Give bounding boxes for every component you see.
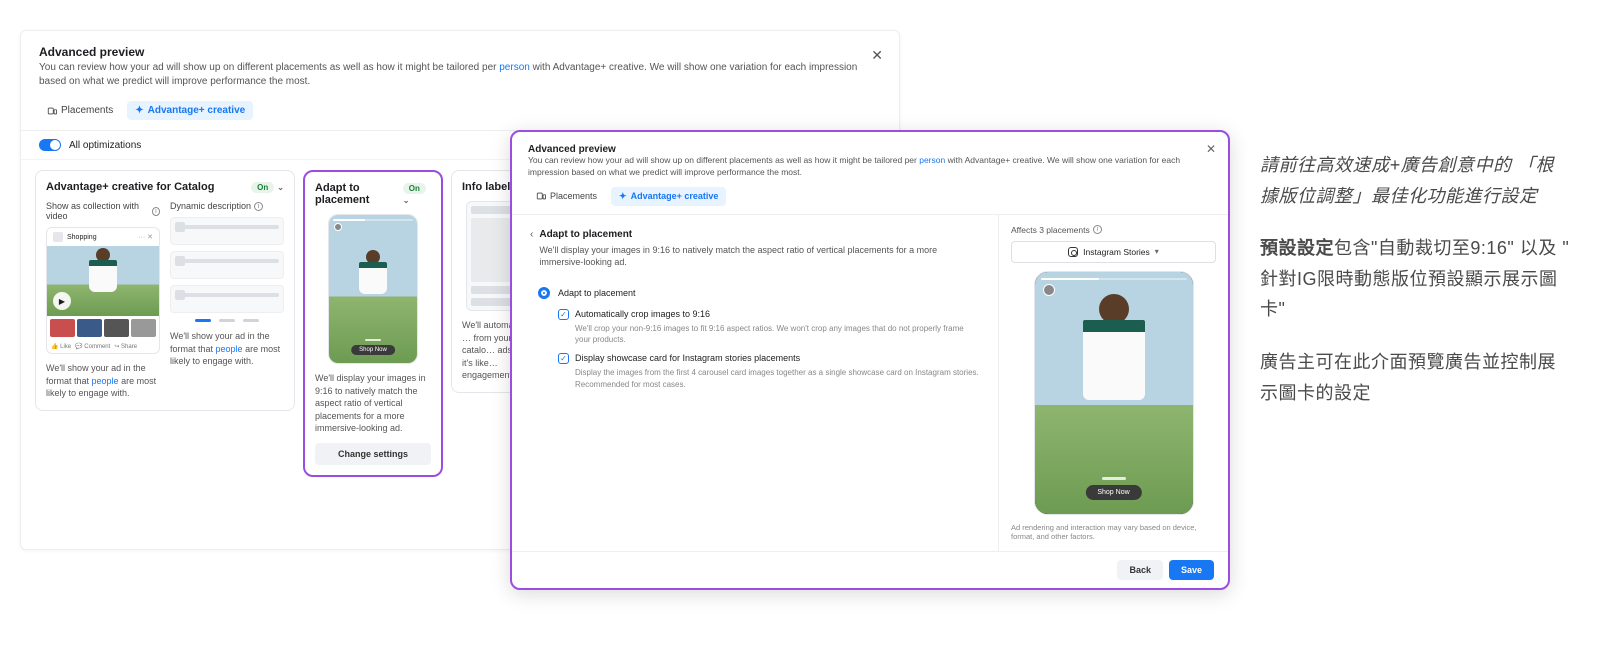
annotation-2: 預設設定包含"自動裁切至9:16" 以及 " 針對IG限時動態版位預設顯示展示圖… bbox=[1260, 233, 1570, 325]
instagram-icon bbox=[1068, 247, 1078, 257]
change-settings-button[interactable]: Change settings bbox=[315, 443, 431, 465]
all-opts-label: All optimizations bbox=[69, 140, 141, 151]
panel-description: You can review how your ad will show up … bbox=[39, 61, 881, 89]
sparkle-icon: ✦ bbox=[135, 105, 143, 116]
placement-selector[interactable]: Instagram Stories ▾ bbox=[1011, 241, 1216, 263]
back-chevron-icon[interactable]: ‹ bbox=[530, 229, 533, 240]
info-icon[interactable]: i bbox=[152, 207, 160, 216]
info-title: Info labels bbox=[462, 181, 516, 193]
adapt-settings-dialog: Advanced preview You can review how your… bbox=[510, 130, 1230, 590]
people-link[interactable]: people bbox=[92, 376, 119, 386]
chevron-down-icon[interactable]: ⌄ bbox=[403, 196, 410, 205]
check-label: Display showcase card for Instagram stor… bbox=[575, 353, 800, 363]
on-pill: On bbox=[403, 183, 426, 194]
person-link[interactable]: person bbox=[919, 155, 945, 165]
on-pill: On bbox=[251, 182, 274, 193]
section-title: Adapt to placement bbox=[539, 229, 980, 240]
disclaimer-text: Ad rendering and interaction may vary ba… bbox=[1011, 515, 1216, 541]
adapt-title: Adapt to placement bbox=[315, 182, 403, 206]
description-mock bbox=[170, 285, 284, 313]
checkbox-on-icon: ✓ bbox=[558, 353, 569, 364]
catalog-title: Advantage+ creative for Catalog bbox=[46, 181, 214, 193]
radio-on-icon bbox=[538, 287, 550, 299]
check-desc: We'll crop your non-9:16 images to fit 9… bbox=[575, 323, 980, 345]
chevron-down-icon[interactable]: ⌄ bbox=[277, 183, 284, 192]
person-link[interactable]: person bbox=[499, 62, 530, 73]
checkbox-on-icon: ✓ bbox=[558, 309, 569, 320]
annotation-block: 請前往高效速成+廣告創意中的 「根據版位調整」最佳化功能進行設定 預設設定包含"… bbox=[1260, 150, 1570, 430]
section-subtitle: We'll display your images in 9:16 to nat… bbox=[539, 244, 980, 269]
chevron-down-icon: ▾ bbox=[1155, 247, 1159, 256]
auto-crop-checkbox-row[interactable]: ✓ Automatically crop images to 9:16 We'll… bbox=[558, 309, 980, 345]
annotation-1: 請前往高效速成+廣告創意中的 「根據版位調整」最佳化功能進行設定 bbox=[1260, 150, 1570, 211]
dialog-title: Advanced preview bbox=[528, 144, 1212, 155]
dialog-footer: Back Save bbox=[512, 551, 1228, 588]
panel-title: Advanced preview bbox=[39, 45, 881, 59]
all-opts-toggle[interactable] bbox=[39, 139, 61, 151]
sparkle-icon: ✦ bbox=[619, 191, 627, 202]
fb-collection-preview: Shopping··· ✕ ▶ 👍 Like💬 Comment↪ Share bbox=[46, 227, 160, 354]
description-mock bbox=[170, 217, 284, 245]
showcase-checkbox-row[interactable]: ✓ Display showcase card for Instagram sto… bbox=[558, 353, 980, 389]
adapt-radio-row[interactable]: Adapt to placement bbox=[538, 287, 980, 299]
check-label: Automatically crop images to 9:16 bbox=[575, 309, 710, 319]
panel-tabs: Placements ✦Advantage+ creative bbox=[21, 97, 899, 131]
tab-advantage-creative[interactable]: ✦Advantage+ creative bbox=[127, 101, 253, 120]
dialog-header: Advanced preview You can review how your… bbox=[512, 132, 1228, 185]
save-button[interactable]: Save bbox=[1169, 560, 1214, 580]
annotation-3: 廣告主可在此介面預覽廣告並控制展示圖卡的設定 bbox=[1260, 347, 1570, 408]
catalog-card: Advantage+ creative for Catalog On ⌄ Sho… bbox=[35, 170, 295, 411]
carousel-indicator bbox=[170, 319, 284, 322]
close-icon[interactable]: ✕ bbox=[1206, 142, 1216, 156]
back-button[interactable]: Back bbox=[1117, 560, 1163, 580]
panel-header: Advanced preview You can review how your… bbox=[21, 31, 899, 97]
adapt-to-placement-card: Adapt to placement On ⌄ Shop Now We'll d… bbox=[303, 170, 443, 477]
shop-now-button: Shop Now bbox=[1085, 485, 1141, 500]
dialog-tabs: Placements ✦Advantage+ creative bbox=[512, 185, 1228, 215]
tab-placements[interactable]: Placements bbox=[528, 187, 605, 206]
dialog-preview-pane: Affects 3 placementsi Instagram Stories … bbox=[998, 215, 1228, 551]
story-preview-mini: Shop Now bbox=[328, 214, 418, 364]
tab-placements[interactable]: Placements bbox=[39, 101, 121, 120]
radio-label: Adapt to placement bbox=[558, 288, 636, 298]
affects-label: Affects 3 placementsi bbox=[1011, 225, 1216, 235]
story-preview-large: Shop Now bbox=[1034, 271, 1194, 515]
check-desc: Display the images from the first 4 caro… bbox=[575, 367, 980, 389]
info-icon[interactable]: i bbox=[1093, 225, 1102, 234]
play-icon: ▶ bbox=[53, 292, 71, 310]
description-mock bbox=[170, 251, 284, 279]
people-link[interactable]: people bbox=[216, 344, 243, 354]
info-icon[interactable]: i bbox=[254, 202, 263, 211]
close-icon[interactable]: ✕ bbox=[871, 47, 883, 64]
adapt-desc: We'll display your images in 9:16 to nat… bbox=[315, 372, 431, 435]
dialog-description: You can review how your ad will show up … bbox=[528, 155, 1212, 179]
dialog-settings-pane: ‹ Adapt to placement We'll display your … bbox=[512, 215, 998, 551]
tab-advantage-creative[interactable]: ✦Advantage+ creative bbox=[611, 187, 726, 206]
